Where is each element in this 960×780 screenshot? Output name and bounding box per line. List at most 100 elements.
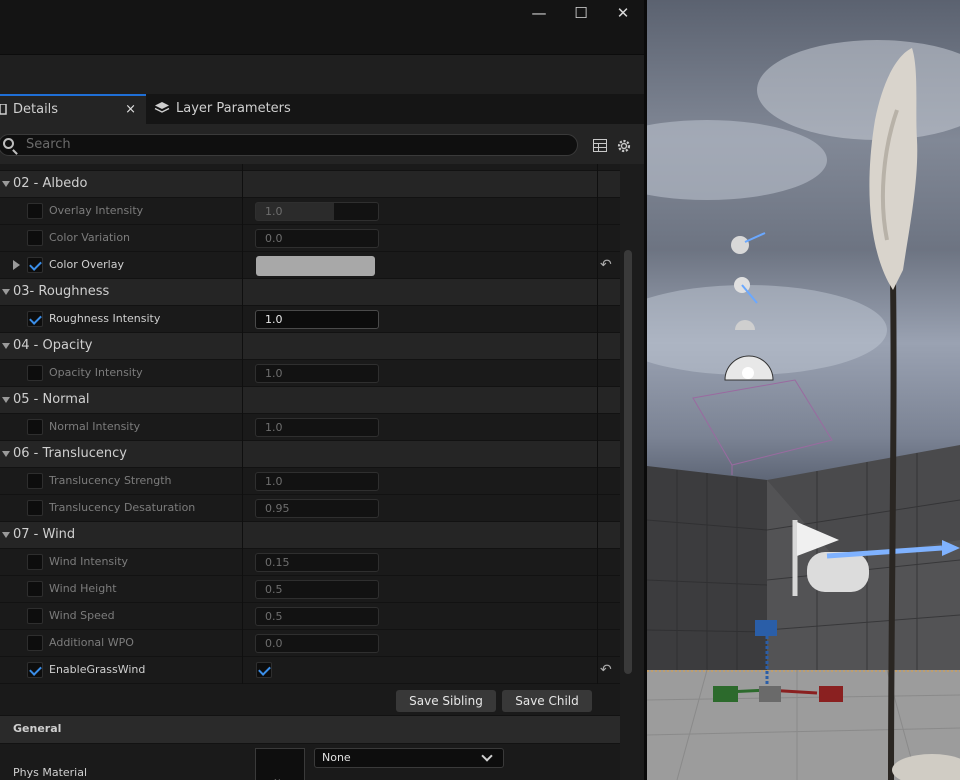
value-field[interactable]: 1.0 — [255, 418, 379, 437]
override-checkbox[interactable] — [27, 230, 43, 246]
save-child-button[interactable]: Save Child — [502, 690, 592, 712]
category-label: 03- Roughness — [13, 284, 110, 299]
property-row: Wind Speed 0.5 — [0, 603, 620, 630]
property-row: Color Variation 0.0 — [0, 225, 620, 252]
override-checkbox[interactable] — [27, 581, 43, 597]
maximize-button[interactable]: ☐ — [565, 4, 597, 24]
texture-preview-row — [0, 164, 620, 171]
property-row: Color Overlay ↶ — [0, 252, 620, 279]
search-input[interactable]: Search — [0, 134, 578, 156]
minimize-button[interactable]: — — [523, 4, 555, 24]
override-checkbox[interactable] — [27, 500, 43, 516]
column-divider — [597, 225, 598, 252]
search-row: Search — [0, 124, 644, 164]
column-divider — [242, 252, 243, 279]
collapse-arrow-icon[interactable] — [2, 397, 10, 403]
column-divider — [242, 657, 243, 684]
override-checkbox[interactable] — [27, 203, 43, 219]
override-checkbox[interactable] — [27, 365, 43, 381]
collapse-arrow-icon[interactable] — [2, 181, 10, 187]
column-divider — [242, 279, 243, 306]
property-row: Wind Height 0.5 — [0, 576, 620, 603]
category-header[interactable]: 04 - Opacity — [0, 333, 620, 360]
color-swatch[interactable] — [256, 256, 375, 276]
property-label: Roughness Intensity — [49, 312, 161, 325]
column-divider — [597, 414, 598, 441]
value-field[interactable]: 0.95 — [255, 499, 379, 518]
viewport-scene — [647, 40, 960, 780]
column-divider — [597, 603, 598, 630]
column-divider — [597, 360, 598, 387]
column-divider — [242, 360, 243, 387]
column-divider — [242, 441, 243, 468]
override-checkbox[interactable] — [27, 311, 43, 327]
phys-material-dropdown[interactable]: None — [314, 748, 504, 768]
tab-close-icon[interactable]: × — [125, 96, 136, 123]
enable-grass-wind-checkbox[interactable] — [256, 662, 272, 678]
value-field[interactable]: 1.0 — [255, 202, 379, 221]
scrollbar[interactable] — [624, 250, 632, 674]
expand-arrow-icon[interactable] — [13, 260, 20, 270]
column-divider — [242, 549, 243, 576]
tab-layer-parameters[interactable]: Layer Parameters — [154, 94, 304, 124]
property-row: Normal Intensity 1.0 — [0, 414, 620, 441]
value-field[interactable]: 0.15 — [255, 553, 379, 572]
value-field[interactable]: 1.0 — [255, 310, 379, 329]
property-label: Color Overlay — [49, 258, 124, 271]
column-divider — [597, 387, 598, 414]
dropdown-value: None — [322, 751, 351, 764]
property-row: Opacity Intensity 1.0 — [0, 360, 620, 387]
general-section-header[interactable]: General — [0, 716, 620, 744]
collapse-arrow-icon[interactable] — [2, 289, 10, 295]
level-viewport[interactable] — [647, 0, 960, 780]
override-checkbox[interactable] — [27, 473, 43, 489]
settings-gear-icon[interactable] — [616, 138, 632, 154]
column-divider — [242, 630, 243, 657]
override-checkbox[interactable] — [27, 419, 43, 435]
column-divider — [597, 657, 598, 684]
phys-material-row: Phys Material No None — [0, 744, 620, 780]
property-label: Translucency Strength — [49, 474, 172, 487]
value-field[interactable]: 0.5 — [255, 607, 379, 626]
collapse-arrow-icon[interactable] — [2, 343, 10, 349]
collapse-arrow-icon[interactable] — [2, 451, 10, 457]
property-label: Overlay Intensity — [49, 204, 144, 217]
property-label: Additional WPO — [49, 636, 134, 649]
value-field[interactable]: 0.0 — [255, 229, 379, 248]
value-field[interactable]: 0.0 — [255, 634, 379, 653]
layers-icon — [154, 102, 170, 113]
category-header[interactable]: 02 - Albedo — [0, 171, 620, 198]
column-divider — [597, 279, 598, 306]
tab-details-label: Details — [13, 102, 59, 117]
category-header[interactable]: 07 - Wind — [0, 522, 620, 549]
property-row: Translucency Desaturation 0.95 — [0, 495, 620, 522]
value-field[interactable]: 1.0 — [255, 472, 379, 491]
column-divider — [597, 495, 598, 522]
override-checkbox[interactable] — [27, 608, 43, 624]
column-divider — [242, 164, 243, 171]
window-titlebar: — ☐ ✕ — [0, 0, 644, 54]
category-header[interactable]: 05 - Normal — [0, 387, 620, 414]
table-view-icon[interactable] — [593, 139, 607, 152]
category-label: 07 - Wind — [13, 527, 76, 542]
reset-to-default-icon[interactable]: ↶ — [600, 662, 612, 678]
asset-thumbnail[interactable]: No — [255, 748, 305, 780]
column-divider — [597, 333, 598, 360]
category-header[interactable]: 06 - Translucency — [0, 441, 620, 468]
value-field[interactable]: 1.0 — [255, 364, 379, 383]
reset-to-default-icon[interactable]: ↶ — [600, 257, 612, 273]
property-label: EnableGrassWind — [49, 663, 146, 676]
category-header[interactable]: 03- Roughness — [0, 279, 620, 306]
column-divider — [242, 522, 243, 549]
override-checkbox[interactable] — [27, 257, 43, 273]
collapse-arrow-icon[interactable] — [2, 532, 10, 538]
column-divider — [242, 171, 243, 198]
value-field[interactable]: 0.5 — [255, 580, 379, 599]
override-checkbox[interactable] — [27, 554, 43, 570]
close-window-button[interactable]: ✕ — [607, 4, 639, 24]
property-label: Color Variation — [49, 231, 131, 244]
override-checkbox[interactable] — [27, 635, 43, 651]
override-checkbox[interactable] — [27, 662, 43, 678]
tab-details[interactable]: Details × — [0, 94, 146, 124]
save-sibling-button[interactable]: Save Sibling — [396, 690, 496, 712]
